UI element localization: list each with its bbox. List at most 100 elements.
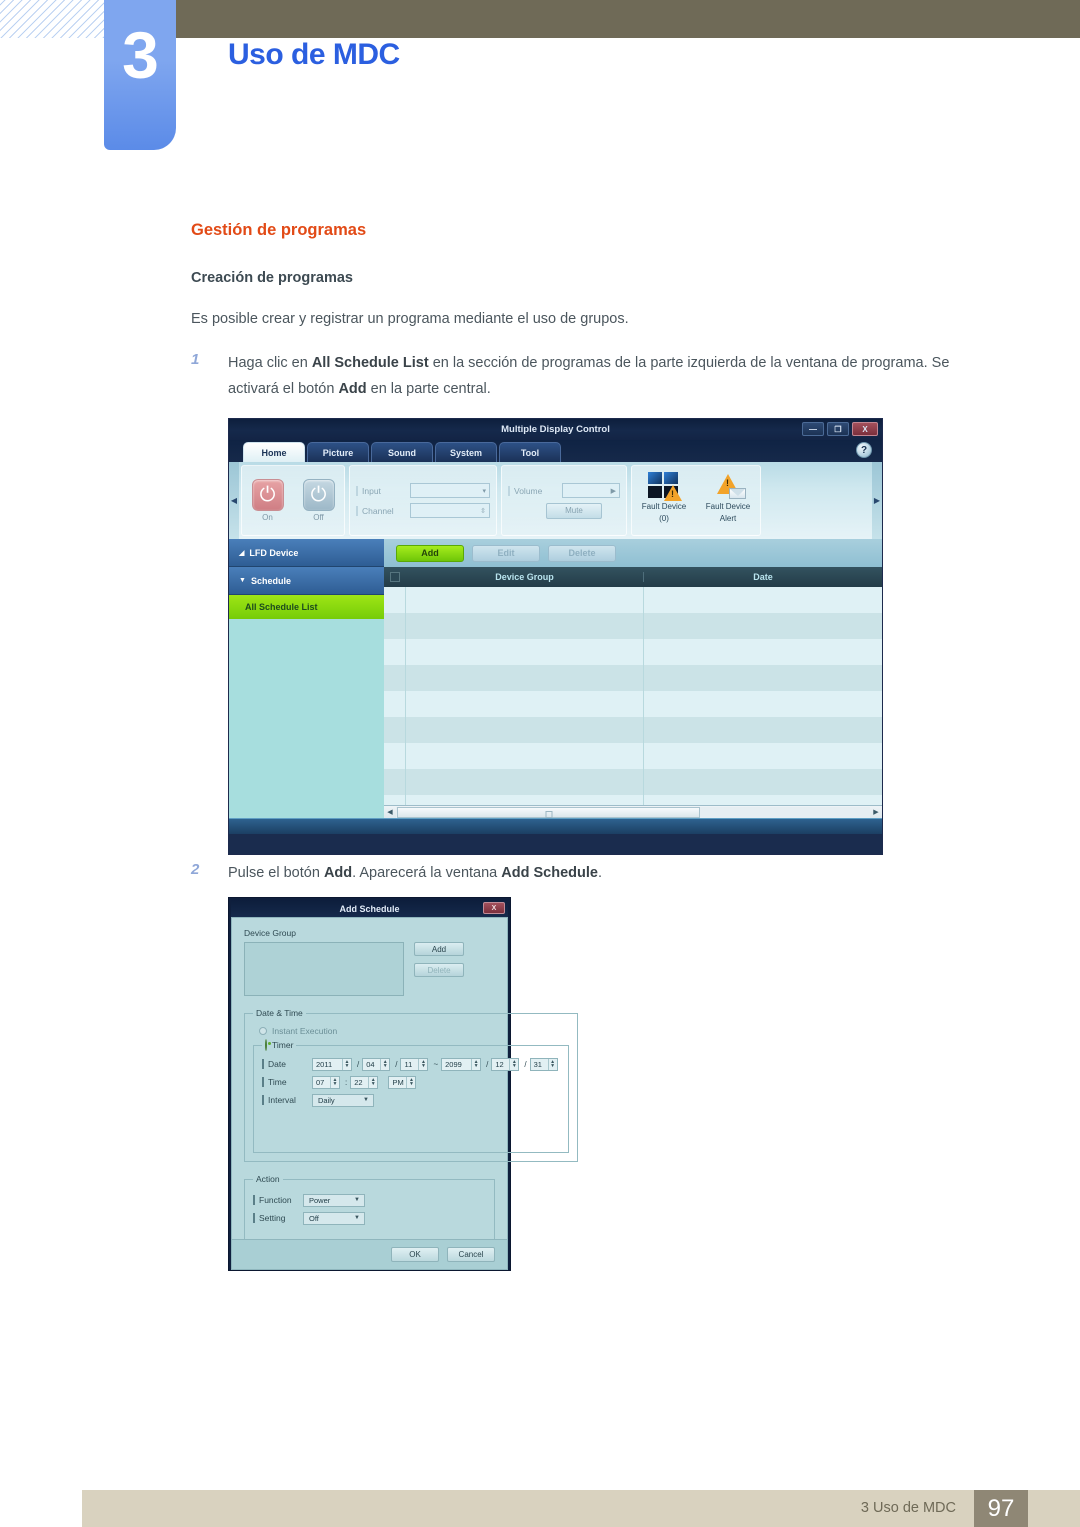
device-group-delete-button[interactable]: Delete [414, 963, 464, 977]
time-hour-spinner[interactable]: 07 ▲ ▼ [312, 1075, 340, 1089]
date-start-day-spinner[interactable]: 11 ▲ ▼ [400, 1057, 429, 1071]
date-start-month-spinner[interactable]: 04 ▲ ▼ [362, 1057, 391, 1071]
fault-alert-icon [712, 472, 746, 500]
device-group-label: Device Group [244, 928, 296, 938]
timer-label: Timer [272, 1040, 294, 1050]
time-minute-spinner[interactable]: 22 ▲ ▼ [350, 1075, 379, 1089]
timer-radio-icon[interactable] [265, 1039, 267, 1051]
fault-device-count: (0) [659, 514, 669, 523]
table-row[interactable] [384, 717, 882, 743]
tab-tool[interactable]: Tool [499, 442, 561, 462]
table-row[interactable] [384, 613, 882, 639]
date-end-year-spinner[interactable]: 2099 ▲ ▼ [441, 1057, 482, 1071]
mdc-ribbon: ◀ ▶ ⏻ On ⏻ Off Input ▾ Channel ⇳ Volume … [229, 462, 882, 539]
horizontal-scrollbar[interactable]: ◀ ▶ [384, 805, 882, 818]
date-start-year-spinner[interactable]: 2011 ▲ ▼ [312, 1057, 352, 1071]
tab-picture[interactable]: Picture [307, 442, 369, 462]
setting-value: Off [309, 1213, 319, 1223]
time-gap [383, 1078, 385, 1087]
ok-button[interactable]: OK [391, 1247, 439, 1262]
sidebar-item-lfd-device[interactable]: ◢ LFD Device [229, 539, 384, 567]
sidebar-item-schedule[interactable]: ▼ Schedule [229, 567, 384, 595]
power-on-control[interactable]: ⏻ On [251, 479, 284, 522]
chapter-title: Uso de MDC [228, 38, 400, 71]
power-on-label: On [262, 513, 273, 522]
column-header-device-group[interactable]: Device Group [406, 572, 644, 582]
fault-device-label: Fault Device [641, 502, 687, 511]
select-all-checkbox[interactable] [384, 572, 406, 582]
interval-combobox[interactable]: Daily ▼ [312, 1093, 374, 1107]
step-2-bold-2: Add Schedule [501, 865, 598, 881]
tab-home[interactable]: Home [243, 442, 305, 462]
volume-slider[interactable]: ▶ [562, 483, 620, 498]
power-on-icon[interactable]: ⏻ [251, 479, 284, 511]
mdc-tab-strip: Home Picture Sound System Tool ? [229, 440, 882, 462]
step-1-bold-1: All Schedule List [311, 355, 429, 371]
time-ampm-spinner[interactable]: PM ▲ ▼ [388, 1075, 417, 1089]
cancel-button[interactable]: Cancel [447, 1247, 495, 1262]
table-row[interactable] [384, 691, 882, 717]
ribbon-group-fault: Fault Device (0) Fault Device Alert [631, 465, 761, 536]
power-off-icon[interactable]: ⏻ [302, 479, 335, 511]
step-1-text: Haga clic en All Schedule List en la sec… [228, 350, 998, 402]
step-2-text: Pulse el botón Add. Aparecerá la ventana… [228, 860, 928, 886]
ribbon-scroll-left-icon[interactable]: ◀ [229, 462, 239, 539]
scrollbar-thumb[interactable] [397, 806, 701, 818]
delete-button[interactable]: Delete [548, 544, 616, 562]
window-controls: — ❐ X [802, 422, 878, 436]
date-time-group: Date & Time Instant Execution Timer Date… [244, 1008, 578, 1162]
mute-button[interactable]: Mute [546, 502, 602, 519]
date-end-month-spinner[interactable]: 12 ▲ ▼ [491, 1057, 520, 1071]
dialog-close-icon[interactable]: X [483, 902, 505, 914]
column-header-date[interactable]: Date [644, 572, 882, 582]
sidebar-item-all-schedule-list[interactable]: All Schedule List [229, 595, 384, 619]
close-icon[interactable]: X [852, 422, 878, 436]
date-end-day-spinner[interactable]: 31 ▲ ▼ [529, 1057, 558, 1071]
device-group-add-button[interactable]: Add [414, 942, 464, 956]
table-row[interactable] [384, 587, 882, 613]
setting-combobox[interactable]: Off ▼ [303, 1211, 365, 1225]
scrollbar-track[interactable] [396, 806, 870, 818]
table-row[interactable] [384, 769, 882, 795]
setting-label: Setting [253, 1213, 303, 1223]
ribbon-group-input: Input ▾ Channel ⇳ [349, 465, 497, 536]
input-select[interactable]: ▾ [410, 483, 490, 498]
edit-button[interactable]: Edit [472, 544, 540, 562]
section-title: Gestión de programas [191, 221, 367, 239]
function-combobox[interactable]: Power ▼ [303, 1193, 365, 1207]
fault-alert-label-line1: Fault Device [705, 502, 751, 511]
mdc-application-window: Multiple Display Control — ❐ X Home Pict… [228, 418, 883, 855]
mdc-body: ◢ LFD Device ▼ Schedule All Schedule Lis… [229, 539, 882, 818]
power-off-control[interactable]: ⏻ Off [302, 479, 335, 522]
table-row[interactable] [384, 639, 882, 665]
maximize-icon[interactable]: ❐ [827, 422, 849, 436]
tab-sound[interactable]: Sound [371, 442, 433, 462]
instant-execution-radio[interactable]: Instant Execution [259, 1026, 569, 1036]
minimize-icon[interactable]: — [802, 422, 824, 436]
table-row[interactable] [384, 743, 882, 769]
add-button[interactable]: Add [396, 544, 464, 562]
mdc-title-bar: Multiple Display Control — ❐ X [229, 419, 882, 440]
tab-system[interactable]: System [435, 442, 497, 462]
fault-device-alert-button[interactable]: Fault Device Alert [697, 472, 759, 524]
timer-group: Timer Date 2011 ▲ ▼ / 04 ▲ ▼ / 11 ▲ ▼ ~ 2099 ▲ ▼… [253, 1039, 569, 1153]
ribbon-group-power: ⏻ On ⏻ Off [241, 465, 345, 536]
ribbon-scroll-right-icon[interactable]: ▶ [872, 462, 882, 539]
device-group-listbox[interactable] [244, 942, 404, 996]
ribbon-group-volume: Volume ▶ Mute [501, 465, 627, 536]
table-row[interactable] [384, 665, 882, 691]
scroll-left-icon[interactable]: ◀ [384, 808, 396, 816]
dialog-button-bar: OK Cancel [232, 1239, 507, 1269]
power-off-label: Off [313, 513, 324, 522]
scroll-right-icon[interactable]: ▶ [870, 808, 882, 816]
function-label: Function [253, 1195, 303, 1205]
help-icon[interactable]: ? [856, 442, 872, 458]
add-schedule-dialog: Add Schedule X Device Group Add Delete D… [228, 897, 578, 1271]
date-start-month-value: 04 [366, 1059, 375, 1069]
input-label: Input [356, 485, 410, 496]
instant-execution-label: Instant Execution [272, 1026, 338, 1036]
date-slash-3: / [486, 1059, 489, 1069]
fault-device-button[interactable]: Fault Device (0) [633, 472, 695, 524]
channel-stepper[interactable]: ⇳ [410, 503, 490, 518]
radio-icon [259, 1027, 267, 1035]
